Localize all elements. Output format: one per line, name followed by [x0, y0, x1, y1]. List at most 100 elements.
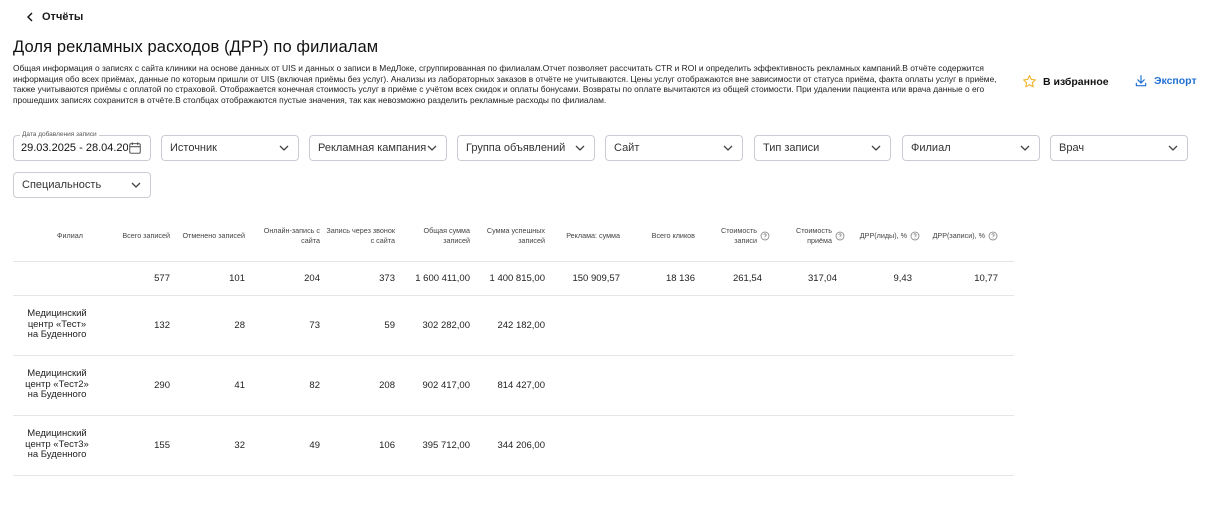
chevron-down-icon [871, 145, 881, 151]
table-cell [926, 294, 1014, 355]
col-sum-total[interactable]: Общая сумма записей [401, 212, 476, 261]
table-cell: 49 [251, 414, 326, 476]
branch-name-line: на Буденного [27, 329, 87, 341]
campaign-select-label: Рекламная кампания [318, 142, 426, 154]
chevron-down-icon [427, 145, 437, 151]
source-select[interactable]: Источник [161, 135, 299, 161]
source-select-label: Источник [170, 142, 217, 154]
page-title: Доля рекламных расходов (ДРР) по филиала… [13, 38, 379, 56]
table-cell [551, 294, 626, 355]
table-total-row: 577 101 204 373 1 600 411,00 1 400 815,0… [13, 260, 1014, 295]
col-cancelled[interactable]: Отменено записей [176, 212, 251, 261]
table-cell [776, 354, 851, 415]
table-cell [701, 294, 776, 355]
table-cell: 344 206,00 [476, 414, 551, 476]
table-cell: 106 [326, 414, 401, 476]
record-type-select[interactable]: Тип записи [754, 135, 891, 161]
chevron-down-icon [1020, 145, 1030, 151]
table-cell: 302 282,00 [401, 294, 476, 355]
table-cell: 290 [101, 354, 176, 415]
table-cell: 373 [326, 260, 401, 295]
record-type-select-label: Тип записи [763, 142, 820, 154]
table-cell: 395 712,00 [401, 414, 476, 476]
table-cell [626, 354, 701, 415]
help-icon[interactable] [835, 231, 845, 241]
col-drr-records[interactable]: ДРР(записи), % [926, 212, 1014, 261]
chevron-down-icon [1168, 145, 1178, 151]
branch-select[interactable]: Филиал [902, 135, 1040, 161]
table-cell [776, 414, 851, 476]
table-cell [776, 294, 851, 355]
favorite-button[interactable]: В избранное [1022, 74, 1109, 89]
specialty-select[interactable]: Специальность [13, 172, 151, 198]
table-cell: 59 [326, 294, 401, 355]
table-cell: 28 [176, 294, 251, 355]
chevron-left-icon [27, 12, 33, 22]
table-cell [701, 354, 776, 415]
table-cell [551, 354, 626, 415]
chevron-down-icon [575, 145, 585, 151]
col-ad-sum[interactable]: Реклама: сумма [551, 212, 626, 261]
table-cell: 132 [101, 294, 176, 355]
table-cell: 82 [251, 354, 326, 415]
date-range-legend: Дата добавления записи [20, 131, 99, 138]
help-icon[interactable] [988, 231, 998, 241]
specialty-select-label: Специальность [22, 179, 102, 191]
col-branch[interactable]: Филиал [13, 212, 101, 261]
table-cell: 73 [251, 294, 326, 355]
col-call[interactable]: Запись через звонок с сайта [326, 212, 401, 261]
table-cell [851, 414, 926, 476]
back-link-label: Отчёты [42, 11, 84, 23]
branch-name-line: на Буденного [27, 449, 87, 461]
doctor-select-label: Врач [1059, 142, 1085, 154]
col-cost-visit[interactable]: Стоимость приёма [776, 212, 851, 261]
branch-select-label: Филиал [911, 142, 951, 154]
branch-cell: Медицинский центр «Тест3» на Буденного [13, 414, 101, 476]
back-link[interactable]: Отчёты [26, 11, 83, 23]
export-button[interactable]: Экспорт [1134, 74, 1197, 88]
col-drr-leads-label: ДРР(лиды), % [859, 231, 907, 241]
table-cell: 41 [176, 354, 251, 415]
table-cell: 32 [176, 414, 251, 476]
table-cell [551, 414, 626, 476]
table-cell: 204 [251, 260, 326, 295]
chevron-down-icon [723, 145, 733, 151]
help-icon[interactable] [760, 231, 770, 241]
chevron-down-icon [279, 145, 289, 151]
table-cell: 577 [101, 260, 176, 295]
table-header-row: Филиал Всего записей Отменено записей Он… [13, 212, 1014, 261]
ad-group-select-label: Группа объявлений [466, 142, 566, 154]
col-total-records[interactable]: Всего записей [101, 212, 176, 261]
table-cell: 155 [101, 414, 176, 476]
site-select[interactable]: Сайт [605, 135, 743, 161]
table-row: Медицинский центр «Тест3» на Буденного 1… [13, 414, 1014, 476]
table-cell: 150 909,57 [551, 260, 626, 295]
col-cost-record[interactable]: Стоимость записи [701, 212, 776, 261]
campaign-select[interactable]: Рекламная кампания [309, 135, 447, 161]
col-cost-record-label: Стоимость записи [721, 226, 757, 246]
col-sum-success[interactable]: Сумма успешных записей [476, 212, 551, 261]
table-cell [851, 354, 926, 415]
col-cost-visit-label: Стоимость приёма [796, 226, 832, 246]
ad-group-select[interactable]: Группа объявлений [457, 135, 595, 161]
total-branch-cell [13, 260, 101, 295]
table-cell [701, 414, 776, 476]
date-range-value: 29.03.2025 - 28.04.2025 [21, 142, 128, 154]
branch-name-line: на Буденного [27, 389, 87, 401]
doctor-select[interactable]: Врач [1050, 135, 1188, 161]
help-icon[interactable] [910, 231, 920, 241]
col-clicks[interactable]: Всего кликов [626, 212, 701, 261]
table-cell: 1 600 411,00 [401, 260, 476, 295]
export-label: Экспорт [1154, 75, 1197, 87]
table-cell [626, 294, 701, 355]
download-icon [1135, 75, 1147, 87]
branch-cell: Медицинский центр «Тест2» на Буденного [13, 354, 101, 415]
col-online[interactable]: Онлайн-запись с сайта [251, 212, 326, 261]
date-range-field[interactable]: Дата добавления записи 29.03.2025 - 28.0… [13, 131, 151, 161]
col-drr-leads[interactable]: ДРР(лиды), % [851, 212, 926, 261]
table-cell: 1 400 815,00 [476, 260, 551, 295]
site-select-label: Сайт [614, 142, 640, 154]
calendar-icon[interactable] [128, 141, 142, 155]
table-cell [626, 414, 701, 476]
table-cell: 18 136 [626, 260, 701, 295]
